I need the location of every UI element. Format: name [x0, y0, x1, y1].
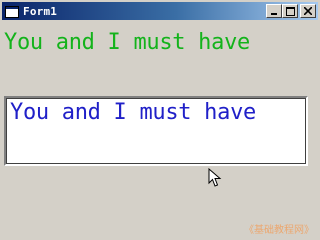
form-label: You and I must have	[4, 30, 250, 55]
mouse-pointer-icon	[208, 168, 222, 187]
form-window: Form1 You and I must have You and I must…	[0, 0, 320, 240]
window-title: Form1	[23, 4, 58, 18]
text-box-value: You and I must have	[10, 100, 256, 125]
text-box[interactable]: You and I must have	[4, 96, 308, 166]
title-bar[interactable]: Form1	[2, 2, 318, 20]
close-icon	[304, 7, 312, 15]
minimize-icon	[271, 13, 277, 15]
maximize-button[interactable]	[282, 4, 298, 18]
form-window-icon[interactable]	[5, 5, 19, 18]
minimize-button[interactable]	[266, 4, 282, 18]
close-button[interactable]	[300, 4, 316, 18]
watermark: 《基础教程网》	[244, 225, 314, 236]
maximize-icon	[285, 6, 295, 16]
title-buttons	[266, 4, 316, 18]
